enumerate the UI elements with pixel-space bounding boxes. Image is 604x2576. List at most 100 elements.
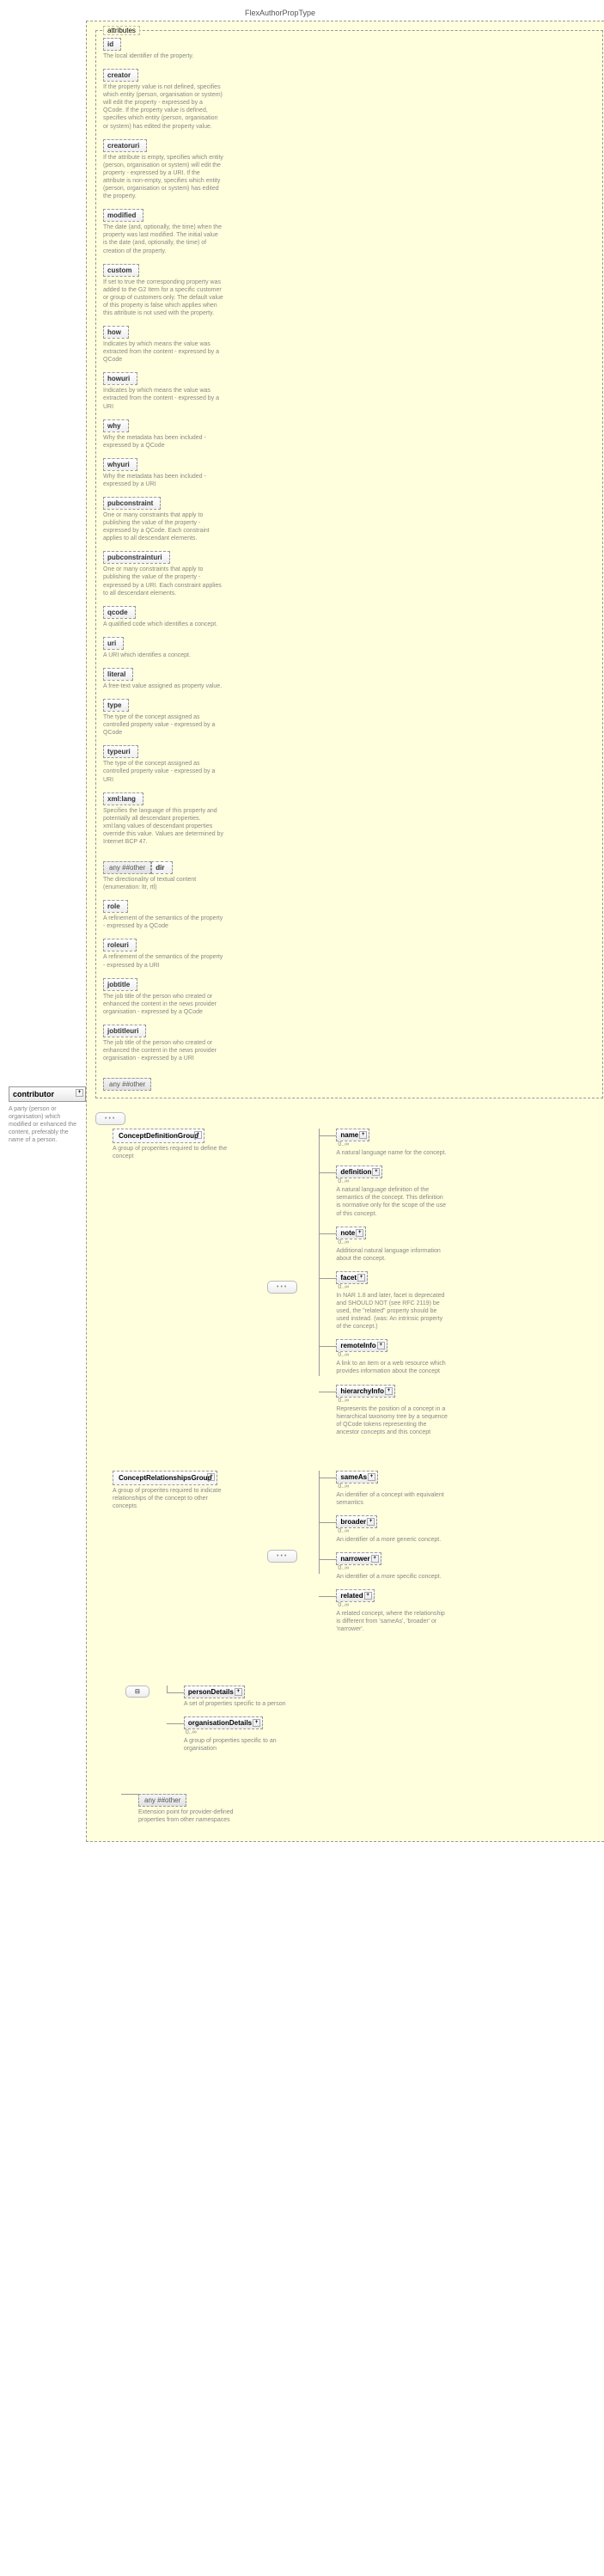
element-definition[interactable]: definition [336,1166,382,1178]
attribute-dir[interactable]: dir [151,861,172,874]
attribute-desc: One or many constraints that apply to pu… [103,511,223,542]
attribute-desc: If the attribute is empty, specifies whi… [103,154,223,201]
attribute-desc: A qualified code which identifies a conc… [103,621,223,628]
attribute-desc: The local identifier of the property. [103,52,223,60]
element-note[interactable]: note [336,1227,366,1239]
element-desc: An identifier of a concept with equivale… [336,1491,448,1507]
contributor-desc: A party (person or organisation) which m… [9,1105,82,1144]
expand-icon[interactable] [368,1473,375,1481]
expand-icon[interactable] [367,1518,375,1526]
attribute-desc: A refinement of the semantics of the pro… [103,915,223,930]
attribute-whyuri[interactable]: whyuri [103,458,137,471]
any-attribute: any ##other [103,1078,151,1091]
attribute-howuri[interactable]: howuri [103,372,137,385]
element-desc: A natural language definition of the sem… [336,1186,448,1217]
element-desc: Represents the position of a concept in … [336,1405,448,1436]
expand-icon[interactable] [357,1274,365,1282]
attribute-desc: The type of the concept assigned as cont… [103,713,223,737]
type-name: FlexAuthorPropType [245,9,604,17]
contributor-element[interactable]: contributor [9,1086,86,1102]
attribute-jobtitle[interactable]: jobtitle [103,978,137,991]
sequence-icon [267,1550,297,1563]
attribute-desc: One or many constraints that apply to pu… [103,566,223,597]
element-desc: Additional natural language information … [336,1247,448,1263]
element-desc: A link to an item or a web resource whic… [336,1360,448,1375]
attribute-desc: The date (and, optionally, the time) whe… [103,223,223,254]
attribute-id[interactable]: id [103,38,121,51]
attribute-creatoruri[interactable]: creatoruri [103,139,147,152]
expand-icon[interactable] [356,1229,363,1237]
attribute-literal[interactable]: literal [103,668,133,681]
attributes-container: attributes idThe local identifier of the… [95,30,603,1098]
expand-icon[interactable] [76,1089,83,1097]
expand-icon[interactable] [207,1473,215,1481]
expand-icon[interactable] [371,1555,379,1563]
sequence-icon [267,1281,297,1294]
attribute-role[interactable]: role [103,900,128,913]
any-element: any ##other [138,1794,186,1807]
element-remoteInfo[interactable]: remoteInfo [336,1339,387,1352]
attribute-creator[interactable]: creator [103,69,138,82]
element-desc: An identifier of a more generic concept. [336,1536,448,1544]
attribute-desc: A URI which identifies a concept. [103,652,223,659]
expand-icon[interactable] [385,1387,393,1395]
element-narrower[interactable]: narrower [336,1552,381,1565]
expand-icon[interactable] [253,1719,260,1727]
concept-relationships-group[interactable]: ConceptRelationshipsGroup [113,1471,217,1485]
element-desc: A group of properties specific to an org… [184,1737,296,1753]
expand-icon[interactable] [194,1131,202,1139]
attribute-desc: The job title of the person who created … [103,993,223,1016]
attribute-custom[interactable]: custom [103,264,139,277]
cardinality: 0..∞ [186,1729,296,1735]
attribute-jobtitleuri[interactable]: jobtitleuri [103,1025,146,1037]
attribute-pubconstraint[interactable]: pubconstraint [103,497,161,510]
element-desc: A related concept, where the relationshi… [336,1610,448,1633]
expand-icon[interactable] [377,1342,385,1349]
type-container: attributes idThe local identifier of the… [86,21,604,1842]
attribute-pubconstrainturi[interactable]: pubconstrainturi [103,551,170,564]
cardinality: 0..∞ [338,1352,448,1358]
element-facet[interactable]: facet [336,1271,368,1284]
element-desc: A natural language name for the concept. [336,1149,448,1157]
attribute-desc: The job title of the person who created … [103,1039,223,1062]
element-name[interactable]: name [336,1129,369,1141]
attribute-why[interactable]: why [103,419,129,432]
attribute-roleuri[interactable]: roleuri [103,939,137,951]
organisation-details-element[interactable]: organisationDetails [184,1716,263,1729]
sequence-icon [95,1112,125,1125]
person-details-element[interactable]: personDetails [184,1686,245,1698]
attribute-desc: The type of the concept assigned as cont… [103,760,223,783]
attribute-qcode[interactable]: qcode [103,606,136,619]
cardinality: 0..∞ [338,1284,448,1290]
expand-icon[interactable] [235,1688,242,1696]
cardinality: 0..∞ [338,1239,448,1245]
element-desc: A set of properties specific to a person [184,1700,296,1708]
cardinality: 0..∞ [338,1484,448,1490]
cardinality: 0..∞ [338,1602,448,1608]
attribute-typeuri[interactable]: typeuri [103,745,138,758]
element-desc: In NAR 1.8 and later, facet is deprecate… [336,1292,448,1331]
cardinality: 0..∞ [338,1141,448,1147]
attribute-how[interactable]: how [103,326,129,339]
attribute-desc: The directionality of textual content (e… [103,876,223,891]
attribute-desc: If set to true the corresponding propert… [103,278,223,317]
expand-icon[interactable] [364,1592,372,1600]
element-sameAs[interactable]: sameAs [336,1471,378,1484]
attribute-uri[interactable]: uri [103,637,124,650]
cardinality: 0..∞ [338,1178,448,1184]
expand-icon[interactable] [359,1131,367,1139]
attribute-type[interactable]: type [103,699,129,712]
attribute-xml:lang[interactable]: xml:lang [103,792,143,805]
cardinality: 0..∞ [338,1398,448,1404]
element-broader[interactable]: broader [336,1515,377,1528]
attribute-modified[interactable]: modified [103,209,143,222]
choice-icon [125,1686,149,1698]
attribute-desc: A refinement of the semantics of the pro… [103,953,223,969]
element-hierarchyInfo[interactable]: hierarchyInfo [336,1385,395,1398]
expand-icon[interactable] [372,1168,380,1176]
element-related[interactable]: related [336,1589,374,1602]
group-desc: A group of properites required to define… [113,1145,233,1160]
concept-definition-group[interactable]: ConceptDefinitionGroup [113,1129,204,1143]
group-desc: A group of properites required to indica… [113,1487,233,1510]
attribute-desc: If the property value is not defined, sp… [103,83,223,131]
